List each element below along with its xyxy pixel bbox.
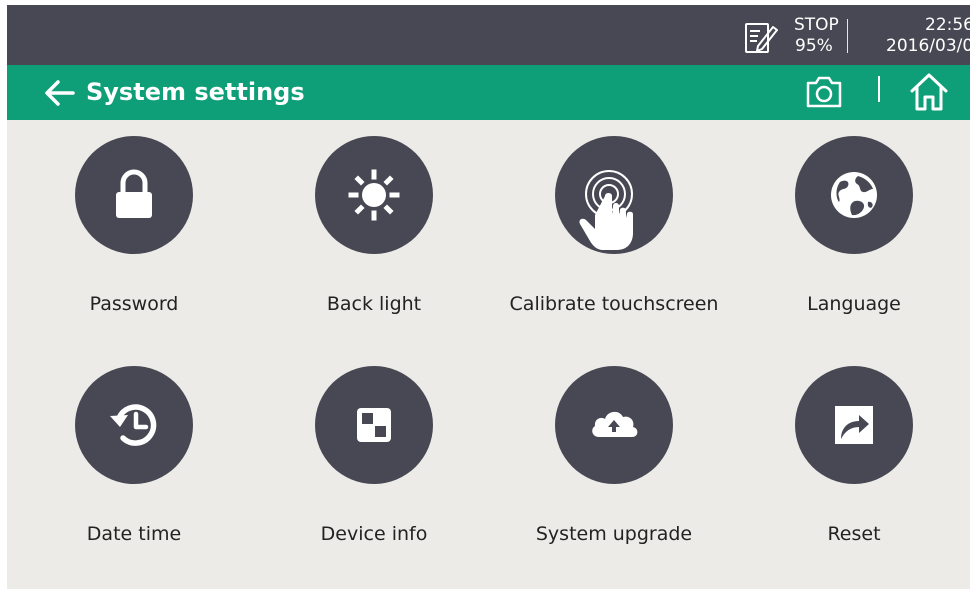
time-text: 22:56 (925, 15, 970, 35)
device-info-icon (357, 408, 391, 442)
system-upgrade-tile[interactable]: System upgrade (504, 350, 724, 560)
reset-label: Reset (827, 523, 881, 545)
date-time-label: Date time (86, 523, 182, 545)
device-info-tile[interactable]: Device info (264, 350, 484, 560)
password-label: Password (89, 293, 179, 315)
edit-document-icon (745, 23, 778, 53)
reset-share-icon (835, 406, 873, 444)
device-info-label: Device info (320, 523, 428, 545)
settings-grid: Password Back light Calibrate touchscree… (7, 120, 970, 589)
password-button[interactable] (75, 136, 193, 254)
cloud-upload-icon (592, 411, 638, 437)
system-upgrade-label: System upgrade (535, 523, 693, 545)
back-light-button[interactable] (315, 136, 433, 254)
back-light-label: Back light (326, 293, 422, 315)
page-title: System settings (86, 78, 305, 106)
title-divider (878, 76, 880, 102)
date-time-button[interactable] (75, 366, 193, 484)
touch-icon (579, 170, 633, 250)
system-upgrade-button[interactable] (555, 366, 673, 484)
clock-history-icon (110, 404, 157, 446)
brightness-icon (348, 169, 400, 221)
run-status: STOP 95% (794, 15, 839, 57)
status-divider (847, 19, 848, 53)
calibrate-touchscreen-tile[interactable]: Calibrate touchscreen (504, 120, 724, 330)
battery-text: 95% (795, 36, 833, 56)
device-info-button[interactable] (315, 366, 433, 484)
calibrate-touchscreen-label: Calibrate touchscreen (509, 293, 719, 315)
calibrate-touchscreen-button[interactable] (555, 136, 673, 254)
language-label: Language (807, 293, 901, 315)
home-icon[interactable] (908, 71, 950, 113)
globe-icon (831, 172, 877, 218)
back-light-tile[interactable]: Back light (264, 120, 484, 330)
lock-icon (116, 169, 152, 218)
status-bar: STOP 95% 22:56 2016/03/09 (7, 5, 970, 65)
password-tile[interactable]: Password (24, 120, 244, 330)
language-tile[interactable]: Language (744, 120, 964, 330)
clock: 22:56 2016/03/09 (862, 15, 970, 57)
reset-button[interactable] (795, 366, 913, 484)
language-button[interactable] (795, 136, 913, 254)
reset-tile[interactable]: Reset (744, 350, 964, 560)
title-bar: System settings (7, 65, 970, 120)
date-time-tile[interactable]: Date time (24, 350, 244, 560)
date-text: 2016/03/09 (886, 36, 970, 56)
back-arrow-icon[interactable] (42, 75, 78, 111)
camera-icon[interactable] (804, 74, 844, 110)
mode-text: STOP (794, 15, 839, 35)
